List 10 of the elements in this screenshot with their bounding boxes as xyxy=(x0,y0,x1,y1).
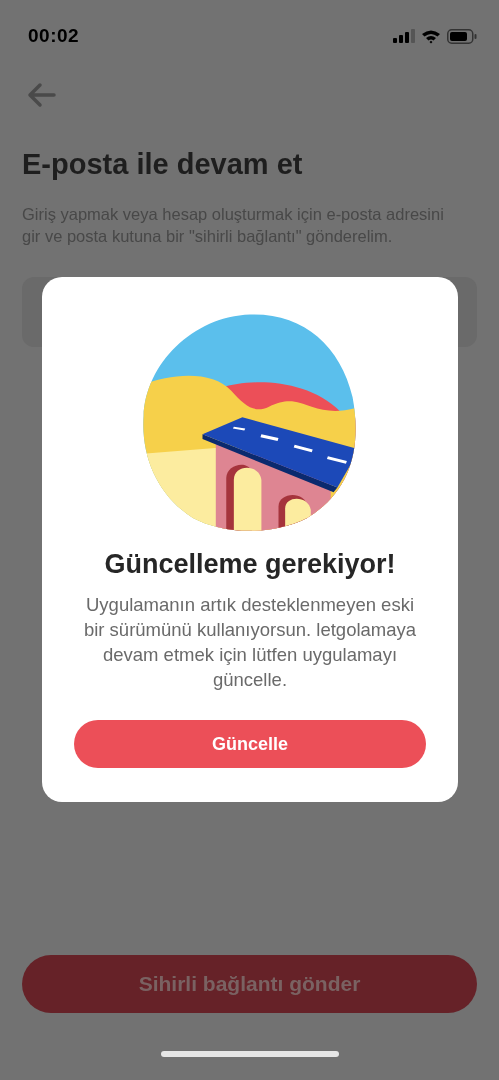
dialog-message: Uygulamanın artık desteklenmeyen eski bir sürümünü kullanıyorsun. letgolamaya devam etmek için lütfen uygulamayı güncelle. xyxy=(82,593,418,692)
wifi-icon xyxy=(421,28,441,44)
battery-icon xyxy=(447,28,477,44)
status-time: 00:02 xyxy=(28,25,80,47)
send-magic-link-button[interactable]: Sihirli bağlantı gönder xyxy=(22,955,477,1013)
update-button[interactable]: Güncelle xyxy=(74,720,426,768)
back-arrow-icon[interactable] xyxy=(26,82,56,108)
dialog-title: Güncelleme gerekiyor! xyxy=(104,549,396,580)
signal-icon xyxy=(393,29,415,43)
page-title: E-posta ile devam et xyxy=(22,148,304,181)
